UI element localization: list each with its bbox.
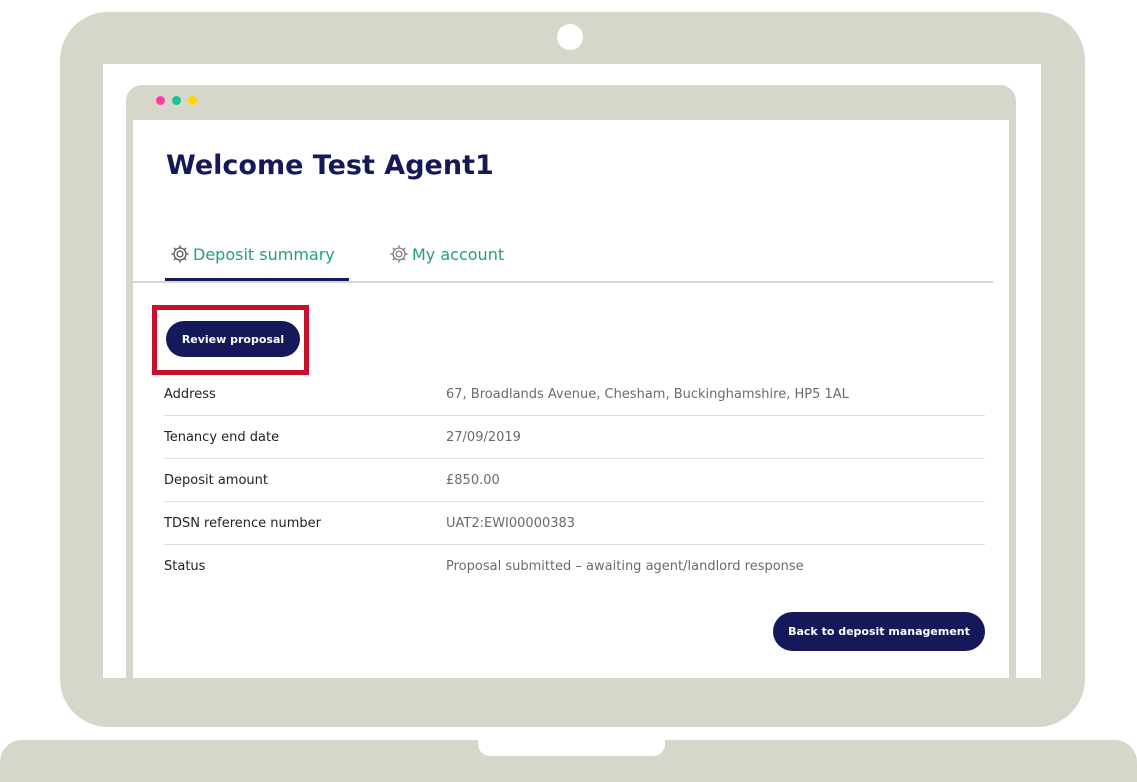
- back-to-deposit-management-button[interactable]: Back to deposit management: [773, 612, 985, 651]
- detail-row-reference-number: TDSN reference number UAT2:EWI00000383: [164, 502, 985, 545]
- webcam-icon: [557, 24, 583, 50]
- detail-row-address: Address 67, Broadlands Avenue, Chesham, …: [164, 373, 985, 416]
- detail-label: Address: [164, 386, 216, 402]
- window-dot-yellow: [188, 96, 197, 105]
- page-title: Welcome Test Agent1: [166, 150, 494, 181]
- tabs-divider: [133, 281, 993, 283]
- gear-icon: [171, 245, 189, 263]
- detail-label: TDSN reference number: [164, 515, 322, 531]
- detail-value: Proposal submitted – awaiting agent/land…: [446, 558, 804, 574]
- detail-value: 27/09/2019: [446, 429, 521, 445]
- detail-value: £850.00: [446, 472, 500, 488]
- laptop-notch: [478, 740, 665, 756]
- browser-window: Welcome Test Agent1 Deposit summary My a…: [126, 85, 1016, 678]
- tab-my-account-label: My account: [412, 244, 505, 264]
- tab-deposit-summary-label: Deposit summary: [193, 244, 335, 264]
- detail-label: Tenancy end date: [164, 429, 280, 445]
- tab-deposit-summary[interactable]: Deposit summary: [169, 243, 335, 265]
- deposit-details-table: Address 67, Broadlands Avenue, Chesham, …: [164, 373, 985, 587]
- window-controls: [156, 96, 197, 105]
- detail-row-deposit-amount: Deposit amount £850.00: [164, 459, 985, 502]
- detail-label: Deposit amount: [164, 472, 268, 488]
- page-content: Welcome Test Agent1 Deposit summary My a…: [133, 120, 1009, 678]
- tab-bar: Deposit summary My account: [133, 225, 993, 283]
- gear-icon: [390, 245, 408, 263]
- detail-row-tenancy-end-date: Tenancy end date 27/09/2019: [164, 416, 985, 459]
- laptop-screen: Welcome Test Agent1 Deposit summary My a…: [103, 64, 1041, 678]
- detail-label: Status: [164, 558, 206, 574]
- review-proposal-button[interactable]: Review proposal: [166, 321, 300, 357]
- detail-value: UAT2:EWI00000383: [446, 515, 576, 531]
- window-dot-pink: [156, 96, 165, 105]
- detail-value: 67, Broadlands Avenue, Chesham, Buckingh…: [446, 386, 849, 402]
- window-dot-green: [172, 96, 181, 105]
- tab-my-account[interactable]: My account: [388, 243, 504, 265]
- detail-row-status: Status Proposal submitted – awaiting age…: [164, 545, 985, 587]
